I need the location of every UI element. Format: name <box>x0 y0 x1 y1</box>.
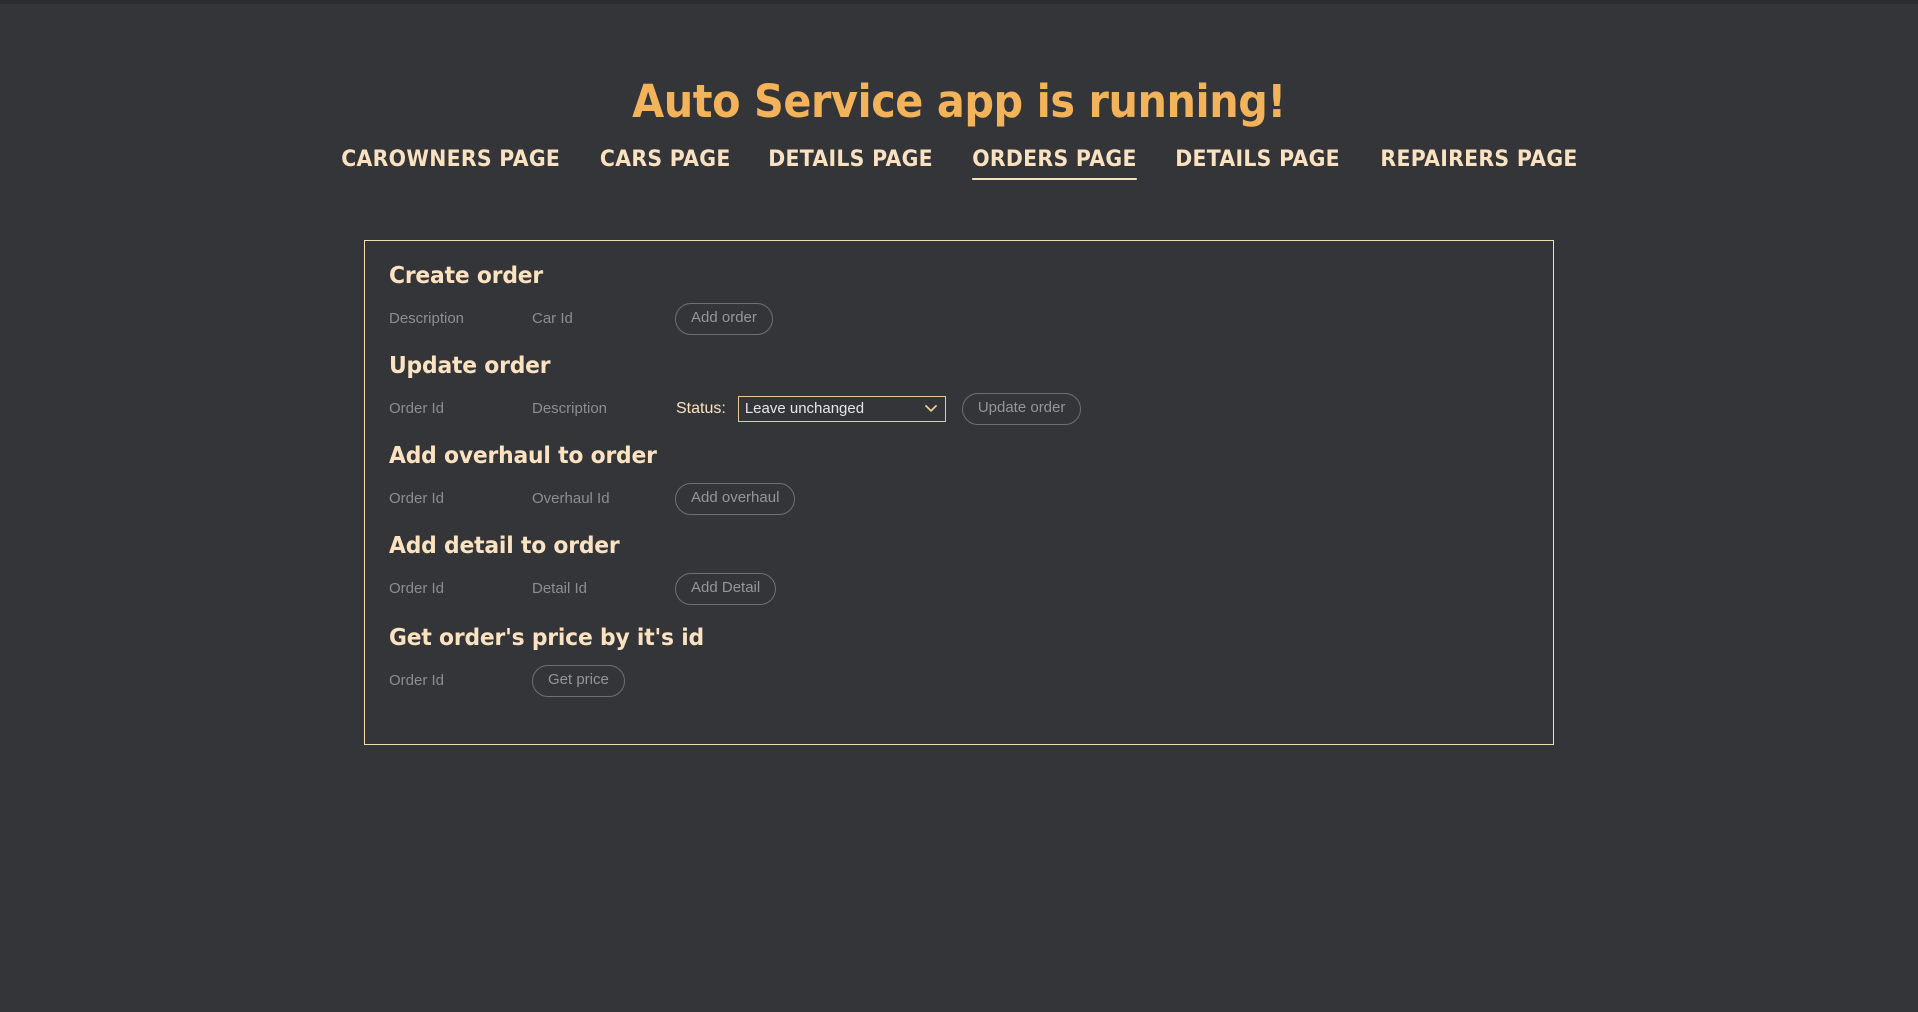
nav-link-repairers-page[interactable]: REPAIRERS PAGE <box>1380 147 1577 182</box>
add-overhaul-order-id-input[interactable] <box>389 486 507 512</box>
nav-link-details-page-2[interactable]: DETAILS PAGE <box>1175 147 1340 182</box>
add-overhaul-button[interactable]: Add overhaul <box>675 483 796 515</box>
section-add-overhaul: Add overhaul to order Add overhaul <box>365 443 1553 515</box>
add-detail-heading: Add detail to order <box>389 533 620 559</box>
add-detail-order-id-input[interactable] <box>389 576 507 602</box>
add-overhaul-form-row: Add overhaul <box>389 483 1529 515</box>
nav-link-orders-page[interactable]: ORDERS PAGE <box>971 147 1137 182</box>
section-add-detail: Add detail to order Add Detail <box>365 533 1553 605</box>
get-price-button[interactable]: Get price <box>532 665 625 697</box>
status-label: Status: <box>676 399 726 417</box>
get-price-form-row: Get price <box>389 665 1529 697</box>
add-detail-detail-id-input[interactable] <box>532 576 650 602</box>
update-order-form-row: Status: Leave unchanged Update order <box>389 393 1529 425</box>
main-navigation: CAROWNERS PAGE CARS PAGE DETAILS PAGE OR… <box>0 147 1918 182</box>
nav-link-details-page[interactable]: DETAILS PAGE <box>768 147 933 182</box>
section-create-order: Create order Add order <box>365 263 1553 335</box>
status-select[interactable]: Leave unchanged <box>737 395 946 422</box>
page-root: Auto Service app is running! CAROWNERS P… <box>0 0 1918 1012</box>
section-get-price: Get order's price by it's id Get price <box>365 625 1553 697</box>
add-overhaul-heading: Add overhaul to order <box>389 443 657 469</box>
section-update-order: Update order Status: Leave unchanged Upd… <box>365 353 1553 425</box>
page-title: Auto Service app is running! <box>632 75 1286 128</box>
create-order-description-input[interactable] <box>389 306 507 332</box>
add-overhaul-overhaul-id-input[interactable] <box>532 486 650 512</box>
create-order-form-row: Add order <box>389 303 1529 335</box>
get-price-order-id-input[interactable] <box>389 668 507 694</box>
add-detail-form-row: Add Detail <box>389 573 1529 605</box>
add-order-button[interactable]: Add order <box>675 303 773 335</box>
add-detail-button[interactable]: Add Detail <box>675 573 777 605</box>
update-order-order-id-input[interactable] <box>389 396 507 422</box>
update-order-button[interactable]: Update order <box>961 393 1082 425</box>
nav-link-cars-page[interactable]: CARS PAGE <box>600 147 731 182</box>
nav-link-carowners-page[interactable]: CAROWNERS PAGE <box>341 147 560 182</box>
orders-panel: Create order Add order Update order Stat… <box>364 240 1554 745</box>
update-order-description-input[interactable] <box>532 396 650 422</box>
update-order-heading: Update order <box>389 353 551 379</box>
create-order-heading: Create order <box>389 263 543 289</box>
status-select-wrapper: Leave unchanged <box>737 395 946 422</box>
get-price-heading: Get order's price by it's id <box>389 625 704 651</box>
create-order-car-id-input[interactable] <box>532 306 650 332</box>
